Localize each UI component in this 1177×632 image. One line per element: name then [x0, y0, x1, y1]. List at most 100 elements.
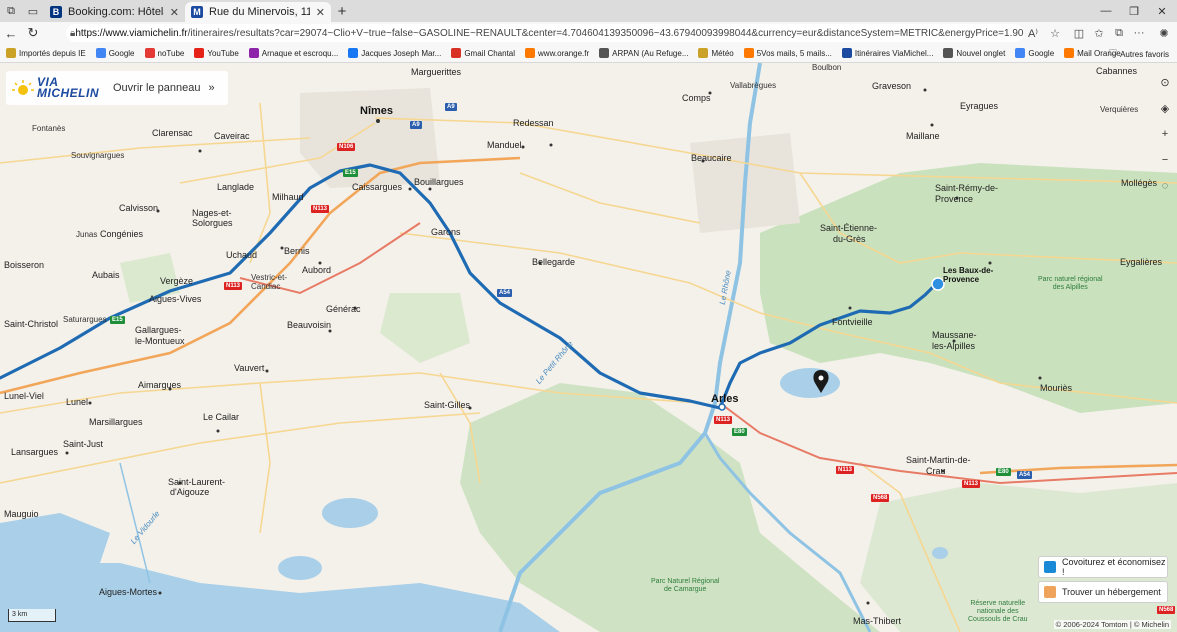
place-label-fontanes: Fontanès	[32, 124, 66, 133]
zoom-out-button[interactable]: −	[1154, 149, 1176, 171]
tab-viamichelin[interactable]: M Rue du Minervois, 11120 Ventenac ✕	[185, 2, 331, 22]
camargue-area	[460, 383, 880, 632]
road-shield-n568b: N568	[1157, 606, 1176, 614]
place-label-boisseron: Boisseron	[4, 260, 45, 270]
road-shield-n113a: N113	[311, 205, 330, 213]
place-label-clarensac: Clarensac	[152, 128, 193, 138]
pond-2	[278, 556, 322, 580]
tab-actions-icon[interactable]: ▭	[22, 0, 44, 22]
bookmark-label: www.orange.fr	[538, 48, 590, 58]
brand-bottom: MICHELIN	[37, 86, 99, 100]
place-label-fontvieille: Fontvieille	[832, 317, 873, 327]
place-label-beaucaire: Beaucaire	[691, 153, 732, 163]
bookmark-item[interactable]: Jacques Joseph Mar...	[348, 48, 441, 58]
favorite-star-icon[interactable]: ☆	[1046, 24, 1064, 42]
recenter-icon[interactable]: ◌	[1154, 175, 1176, 197]
mail-icon	[1064, 48, 1075, 58]
place-label-stremy2: Provence	[935, 194, 974, 204]
road	[519, 172, 701, 224]
close-tab-icon[interactable]: ✕	[170, 6, 179, 19]
new-tab-button[interactable]: +	[331, 3, 353, 20]
place-label-stchristol: Saint-Christol	[4, 319, 59, 329]
bookmark-item[interactable]: Nouvel onglet	[943, 48, 1005, 58]
michelin-panel: VIA MICHELIN Ouvrir le panneau »	[6, 71, 228, 105]
tab-icon	[943, 48, 954, 58]
url-field[interactable]: 🔒︎ https://www.viamichelin.fr/itineraire…	[66, 24, 1024, 42]
bookmark-label: Jacques Joseph Mar...	[361, 48, 442, 58]
place-label-graveson: Graveson	[872, 81, 912, 91]
bookmark-item[interactable]: www.orange.fr	[525, 48, 589, 58]
back-icon[interactable]: ←	[0, 22, 22, 44]
sun-icon	[12, 80, 34, 95]
bookmark-item[interactable]: Arnaque et escroqu...	[248, 48, 339, 58]
place-label-cabannes: Cabannes	[1096, 66, 1138, 76]
workspaces-icon[interactable]: ⧉	[0, 0, 22, 22]
road-shield-n113c: N113	[714, 416, 733, 424]
bookmark-item[interactable]: YouTube	[194, 48, 239, 58]
place-label-maillane: Maillane	[906, 131, 940, 141]
place-label-mauguio: Mauguio	[4, 509, 39, 519]
bookmark-item[interactable]: Itinéraires ViaMichel...	[841, 48, 933, 58]
read-aloud-icon[interactable]: A⁾	[1024, 24, 1042, 42]
place-label-comps: Comps	[682, 93, 711, 103]
road-shield-e15: E15	[343, 169, 358, 177]
open-panel-button[interactable]: Ouvrir le panneau »	[113, 82, 215, 94]
lodging-card[interactable]: Trouver un hébergement	[1038, 581, 1168, 603]
road-shield-e80b: E80	[996, 468, 1011, 476]
favorites-icon[interactable]: ✩	[1090, 24, 1108, 42]
lodging-label: Trouver un hébergement	[1062, 587, 1161, 597]
bookmark-item[interactable]: ARPAN (Au Refuge...	[599, 48, 688, 58]
place-label-vestric2: Candiac	[251, 282, 281, 291]
folder-icon	[6, 48, 16, 58]
place-label-boulbon: Boulbon	[812, 63, 842, 72]
carpool-card[interactable]: Covoiturez et économisez !	[1038, 556, 1168, 578]
urban-nimes	[300, 88, 440, 188]
place-label-gallargues2: le-Montueux	[135, 336, 185, 346]
tab-booking[interactable]: B Booking.com: Hôtels : Les Baux-de-P ✕	[44, 2, 185, 22]
bookmark-item[interactable]: Gmail Chantal	[451, 48, 515, 58]
place-label-lunel: Lunel	[66, 397, 89, 407]
collections-icon[interactable]: ⧉	[1110, 24, 1128, 42]
youtube-icon	[194, 48, 205, 58]
tab-strip: ⧉ ▭ B Booking.com: Hôtels : Les Baux-de-…	[0, 0, 1177, 22]
map-canvas[interactable]: VIA MICHELIN Ouvrir le panneau » ⊙ ◈ + −…	[0, 63, 1177, 632]
folder-icon: 🗀	[1109, 48, 1118, 57]
split-screen-icon[interactable]: ◫	[1070, 24, 1088, 42]
bookmark-label: 5Vos mails, 5 mails...	[756, 48, 832, 58]
bookmark-label: Google	[1028, 48, 1055, 58]
bookmark-label: Arnaque et escroqu...	[261, 48, 339, 58]
bookmark-item[interactable]: Importés depuis IE	[6, 48, 86, 58]
other-favorites[interactable]: 🗀 Autres favoris	[1109, 47, 1169, 61]
bookmark-item[interactable]: 5Vos mails, 5 mails...	[743, 48, 832, 58]
viamichelin-logo[interactable]: VIA MICHELIN	[6, 76, 99, 100]
folder-icon	[698, 48, 709, 58]
notube-icon	[144, 48, 155, 58]
place-label-nimes: Nîmes	[360, 105, 394, 117]
place-label-langlade: Langlade	[217, 182, 255, 192]
google-icon	[1015, 48, 1026, 58]
bookmark-label: Météo	[711, 48, 734, 58]
bookmark-item[interactable]: noTube	[144, 48, 184, 58]
map-base	[0, 63, 1177, 632]
bookmark-item[interactable]: Google	[95, 48, 135, 58]
place-label-arles: Arles	[711, 393, 739, 405]
close-window-icon[interactable]: ✕	[1145, 0, 1177, 22]
more-icon[interactable]: ···	[1130, 24, 1148, 42]
bookmark-label: Importés depuis IE	[19, 48, 86, 58]
place-label-marsillargues: Marsillargues	[89, 417, 143, 427]
place-label-vestric1: Vestric-et-	[251, 273, 288, 282]
place-label-stmartin2: Crau	[926, 466, 946, 476]
zoom-in-button[interactable]: +	[1154, 123, 1176, 145]
road-shield-a9b: A9	[410, 121, 422, 129]
place-label-junas: Junas	[76, 230, 98, 239]
hotel-icon	[1044, 586, 1056, 598]
carpool-label: Covoiturez et économisez !	[1062, 557, 1166, 577]
bookmark-item[interactable]: Google	[1015, 48, 1054, 58]
bookmark-item[interactable]: Météo	[698, 48, 734, 58]
copilot-icon[interactable]: ✺	[1155, 24, 1173, 42]
layers-icon[interactable]: ◈	[1154, 97, 1176, 119]
locate-icon[interactable]: ⊙	[1154, 71, 1176, 93]
refresh-icon[interactable]: ↻	[22, 22, 44, 44]
close-tab-icon[interactable]: ✕	[316, 6, 325, 19]
warning-icon	[248, 48, 259, 58]
